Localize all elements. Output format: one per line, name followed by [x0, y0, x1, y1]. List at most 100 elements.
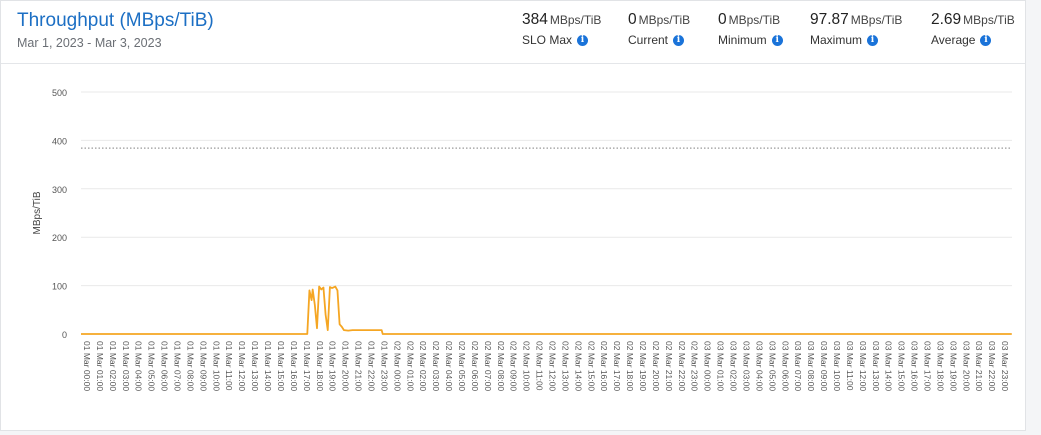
- x-tick-label: 02 Mar 09:00: [509, 341, 519, 391]
- y-tick-label: 400: [52, 136, 67, 146]
- stat-unit: MBps/TiB: [728, 13, 781, 27]
- series-line: [81, 285, 1012, 335]
- x-tick-label: 01 Mar 18:00: [315, 341, 325, 391]
- x-tick-label: 01 Mar 22:00: [366, 341, 376, 391]
- stat-value: 2.69: [931, 11, 962, 28]
- x-tick-label: 03 Mar 03:00: [741, 341, 751, 391]
- x-tick-label: 03 Mar 08:00: [806, 341, 816, 391]
- y-tick-label: 100: [52, 282, 67, 292]
- x-tick-label: 03 Mar 10:00: [832, 341, 842, 391]
- x-tick-label: 01 Mar 07:00: [173, 341, 183, 391]
- x-tick-label: 03 Mar 14:00: [884, 341, 894, 391]
- y-tick-label: 200: [52, 233, 67, 243]
- x-tick-label: 03 Mar 06:00: [780, 341, 790, 391]
- stat-label: SLO Max: [522, 33, 573, 47]
- info-icon[interactable]: i: [771, 34, 783, 46]
- x-tick-label: 03 Mar 15:00: [897, 341, 907, 391]
- stat-unit: MBps/TiB: [850, 13, 903, 27]
- x-tick-label: 01 Mar 06:00: [160, 341, 170, 391]
- stat-label: Current: [628, 33, 669, 47]
- x-tick-label: 02 Mar 21:00: [664, 341, 674, 391]
- x-tick-label: 03 Mar 01:00: [716, 341, 726, 391]
- x-tick-label: 02 Mar 11:00: [535, 341, 545, 391]
- x-tick-label: 01 Mar 01:00: [95, 341, 105, 391]
- x-tick-label: 03 Mar 09:00: [819, 341, 829, 391]
- info-icon[interactable]: i: [673, 34, 685, 46]
- x-tick-label: 03 Mar 05:00: [767, 341, 777, 391]
- x-tick-label: 03 Mar 20:00: [961, 341, 971, 391]
- x-tick-label: 03 Mar 16:00: [910, 341, 920, 391]
- x-tick-label: 03 Mar 13:00: [871, 341, 881, 391]
- y-axis-label: MBps/TiB: [32, 191, 43, 234]
- x-tick-label: 02 Mar 02:00: [418, 341, 428, 391]
- info-icon[interactable]: i: [867, 34, 879, 46]
- x-tick-label: 01 Mar 04:00: [134, 341, 144, 391]
- stat-label: Minimum: [718, 33, 767, 47]
- x-tick-label: 01 Mar 09:00: [198, 341, 208, 391]
- y-tick-label: 300: [52, 185, 67, 195]
- x-tick-label: 02 Mar 19:00: [638, 341, 648, 391]
- x-tick-label: 02 Mar 16:00: [599, 341, 609, 391]
- x-tick-label: 02 Mar 23:00: [690, 341, 700, 391]
- x-tick-label: 01 Mar 03:00: [121, 341, 131, 391]
- x-tick-label: 03 Mar 11:00: [845, 341, 855, 391]
- card-header: Throughput (MBps/TiB) Mar 1, 2023 - Mar …: [1, 1, 1025, 64]
- x-tick-label: 01 Mar 13:00: [250, 341, 260, 391]
- x-tick-label: 03 Mar 19:00: [948, 341, 958, 391]
- x-tick-label: 01 Mar 15:00: [276, 341, 286, 391]
- x-tick-label: 01 Mar 10:00: [211, 341, 221, 391]
- stat-unit: MBps/TiB: [963, 13, 1015, 27]
- x-tick-label: 02 Mar 12:00: [548, 341, 558, 391]
- throughput-chart: 0100200300400500MBps/TiB01 Mar 00:00 01 M…: [32, 88, 1012, 391]
- stat-average: 2.69 MBps/TiB Average i: [931, 11, 1015, 47]
- x-tick-label: 03 Mar 18:00: [935, 341, 945, 391]
- y-tick-label: 0: [62, 330, 67, 340]
- chart-title: Throughput (MBps/TiB): [17, 10, 214, 31]
- x-tick-label: 02 Mar 17:00: [612, 341, 622, 391]
- stat-value: 0: [628, 11, 637, 28]
- x-tick-label: 03 Mar 22:00: [987, 341, 997, 391]
- x-tick-label: 03 Mar 07:00: [793, 341, 803, 391]
- x-tick-label: 02 Mar 22:00: [677, 341, 687, 391]
- x-tick-label: 01 Mar 08:00: [185, 341, 195, 391]
- x-tick-label: 02 Mar 20:00: [651, 341, 661, 391]
- x-tick-label: 03 Mar 00:00: [703, 341, 713, 391]
- x-tick-label: 01 Mar 12:00: [237, 341, 247, 391]
- info-icon[interactable]: i: [980, 34, 992, 46]
- x-tick-label: 02 Mar 18:00: [625, 341, 635, 391]
- x-tick-label: 02 Mar 13:00: [560, 341, 570, 391]
- x-tick-label: 03 Mar 21:00: [974, 341, 984, 391]
- x-tick-label: 02 Mar 07:00: [483, 341, 493, 391]
- x-tick-label: 01 Mar 21:00: [354, 341, 364, 391]
- x-tick-label: 02 Mar 04:00: [444, 341, 454, 391]
- x-tick-label: 01 Mar 11:00: [224, 341, 234, 391]
- stat-value: 97.87: [810, 11, 849, 28]
- x-tick-label: 01 Mar 23:00: [379, 341, 389, 391]
- x-tick-label: 03 Mar 04:00: [754, 341, 764, 391]
- stat-maximum: 97.87 MBps/TiB Maximum i: [810, 11, 902, 47]
- stat-value: 0: [718, 11, 727, 28]
- stat-minimum: 0 MBps/TiB Minimum i: [718, 11, 783, 47]
- stat-unit: MBps/TiB: [549, 13, 602, 27]
- x-tick-label: 02 Mar 00:00: [392, 341, 402, 391]
- stat-slo-max: 384 MBps/TiB SLO Max i: [522, 11, 601, 47]
- x-tick-label: 01 Mar 00:00: [82, 341, 92, 391]
- y-tick-label: 500: [52, 88, 67, 98]
- info-icon[interactable]: i: [577, 34, 589, 46]
- x-tick-label: 03 Mar 02:00: [729, 341, 739, 391]
- x-tick-label: 01 Mar 16:00: [289, 341, 299, 391]
- x-tick-label: 01 Mar 02:00: [108, 341, 118, 391]
- x-tick-label: 01 Mar 05:00: [147, 341, 157, 391]
- throughput-card: Throughput (MBps/TiB) Mar 1, 2023 - Mar …: [0, 0, 1026, 431]
- x-tick-label: 02 Mar 15:00: [586, 341, 596, 391]
- stat-current: 0 MBps/TiB Current i: [628, 11, 690, 47]
- x-tick-label: 03 Mar 12:00: [858, 341, 868, 391]
- x-tick-label: 02 Mar 14:00: [573, 341, 583, 391]
- x-tick-label: 01 Mar 20:00: [341, 341, 351, 391]
- stat-label: Average: [931, 33, 976, 47]
- x-tick-label: 03 Mar 17:00: [922, 341, 932, 391]
- stat-value: 384: [522, 11, 548, 28]
- x-tick-label: 01 Mar 14:00: [263, 341, 273, 391]
- x-tick-label: 02 Mar 03:00: [431, 341, 441, 391]
- stat-label: Maximum: [810, 33, 863, 47]
